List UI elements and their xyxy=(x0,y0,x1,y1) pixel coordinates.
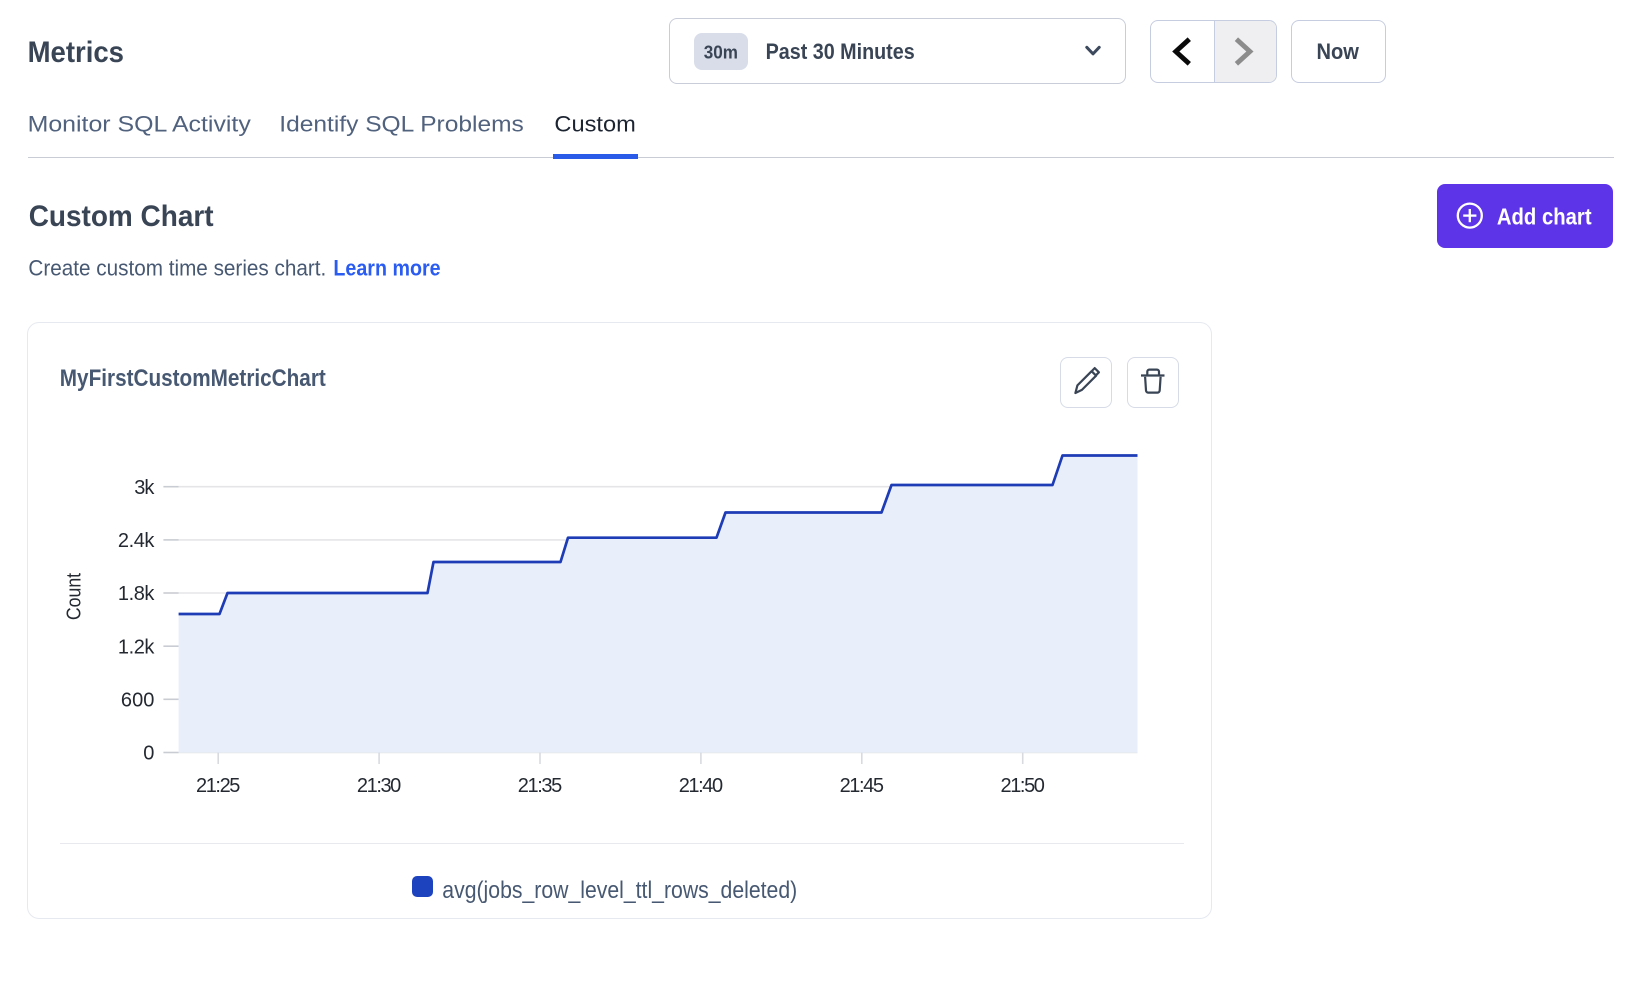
svg-text:21:40: 21:40 xyxy=(679,775,723,797)
svg-text:21:50: 21:50 xyxy=(1001,775,1045,797)
svg-text:30m: 30m xyxy=(704,41,738,62)
svg-text:Monitor SQL Activity: Monitor SQL Activity xyxy=(28,111,252,136)
svg-text:21:45: 21:45 xyxy=(840,775,884,797)
svg-text:Add chart: Add chart xyxy=(1497,203,1592,229)
svg-text:21:30: 21:30 xyxy=(357,775,401,797)
svg-text:21:35: 21:35 xyxy=(518,775,562,797)
svg-text:Custom Chart: Custom Chart xyxy=(29,200,214,233)
svg-text:Now: Now xyxy=(1317,39,1360,64)
svg-text:600: 600 xyxy=(121,690,155,712)
svg-text:Metrics: Metrics xyxy=(28,36,124,69)
svg-text:1.8k: 1.8k xyxy=(118,583,156,605)
svg-text:3k: 3k xyxy=(134,477,155,499)
svg-text:1.2k: 1.2k xyxy=(118,636,156,658)
svg-text:2.4k: 2.4k xyxy=(118,530,156,552)
svg-text:Identify SQL Problems: Identify SQL Problems xyxy=(279,111,524,136)
svg-text:0: 0 xyxy=(143,743,154,765)
svg-text:Custom: Custom xyxy=(554,111,635,136)
svg-text:21:25: 21:25 xyxy=(196,775,240,797)
svg-text:MyFirstCustomMetricChart: MyFirstCustomMetricChart xyxy=(60,365,326,392)
svg-text:Past 30 Minutes: Past 30 Minutes xyxy=(766,39,915,64)
svg-text:Learn more: Learn more xyxy=(333,256,440,281)
svg-text:Create custom time series char: Create custom time series chart. xyxy=(28,256,326,281)
svg-text:Count: Count xyxy=(64,573,86,621)
svg-text:avg(jobs_row_level_ttl_rows_de: avg(jobs_row_level_ttl_rows_deleted) xyxy=(442,877,797,904)
